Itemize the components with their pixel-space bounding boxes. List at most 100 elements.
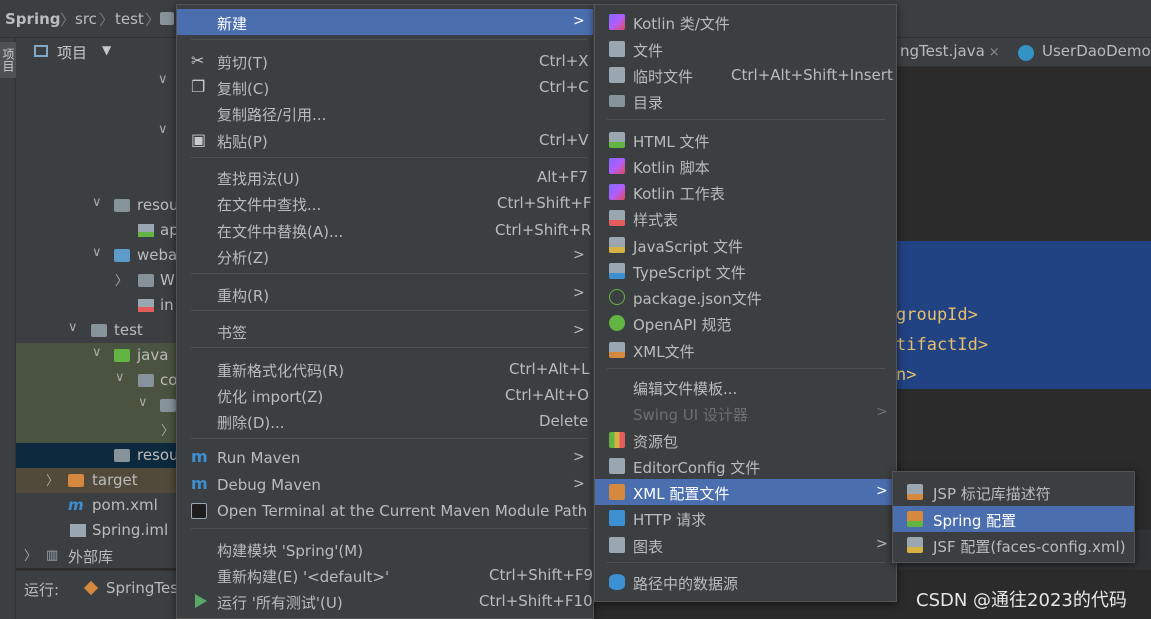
breadcrumb-src[interactable]: src [75, 10, 97, 28]
menu-item-reformat-code[interactable]: 重新格式化代码(R) Ctrl+Alt+L [177, 356, 593, 382]
chevron-down-icon[interactable]: ∨ [158, 122, 168, 137]
menu-item-directory[interactable]: 目录 [595, 88, 896, 114]
jsp-file-icon [138, 299, 154, 312]
terminal-icon [191, 503, 207, 519]
tree-row[interactable]: 〉 target [16, 468, 176, 493]
menu-item-xml-config-file[interactable]: XML 配置文件 > [595, 479, 896, 505]
menu-item-copy-path[interactable]: 复制路径/引用... [177, 100, 593, 126]
chevron-right-icon[interactable]: 〉 [24, 545, 37, 564]
tree-row[interactable]: in [16, 293, 176, 318]
chevron-down-icon[interactable]: ∨ [138, 395, 148, 410]
chevron-down-icon[interactable]: ∨ [92, 345, 102, 360]
chevron-right-icon[interactable]: 〉 [115, 270, 128, 289]
menu-item-resource-bundle[interactable]: 资源包 [595, 427, 896, 453]
menu-item-html-file[interactable]: HTML 文件 [595, 127, 896, 153]
menu-item-label: Swing UI 设计器 [633, 406, 748, 424]
menu-separator [191, 39, 587, 40]
menu-item-refactor[interactable]: 重构(R) > [177, 281, 593, 307]
menu-item-delete[interactable]: 删除(D)... Delete [177, 408, 593, 434]
menu-item-shortcut: Alt+F7 [537, 168, 589, 186]
menu-item-cut[interactable]: ✂ 剪切(T) Ctrl+X [177, 48, 593, 74]
tree-row[interactable]: m pom.xml [16, 493, 176, 518]
tree-item-label: resou [137, 446, 176, 464]
menu-item-javascript-file[interactable]: JavaScript 文件 [595, 232, 896, 258]
run-config-tab[interactable]: SpringTes [106, 579, 178, 597]
project-tool-button[interactable]: 项目 [0, 42, 16, 78]
menu-item-optimize-imports[interactable]: 优化 import(Z) Ctrl+Alt+O [177, 382, 593, 408]
tree-row[interactable]: ap [16, 218, 176, 243]
menu-item-new[interactable]: 新建 > [177, 9, 593, 35]
menu-item-xml-file[interactable]: XML文件 [595, 337, 896, 363]
menu-separator [191, 347, 587, 348]
tree-item-label: target [92, 471, 138, 489]
menu-item-paste[interactable]: ▣ 粘贴(P) Ctrl+V [177, 127, 593, 153]
menu-item-label: package.json文件 [633, 290, 762, 308]
menu-item-open-terminal[interactable]: Open Terminal at the Current Maven Modul… [177, 498, 593, 524]
menu-item-typescript-file[interactable]: TypeScript 文件 [595, 258, 896, 284]
menu-item-kotlin-worksheet[interactable]: Kotlin 工作表 [595, 179, 896, 205]
menu-item-http-request[interactable]: HTTP 请求 [595, 505, 896, 531]
tree-row[interactable]: Spring.iml [16, 518, 176, 543]
menu-item-editorconfig[interactable]: EditorConfig 文件 [595, 453, 896, 479]
breadcrumb-project[interactable]: Spring [5, 10, 61, 28]
menu-item-jsp-tld[interactable]: JSP 标记库描述符 [893, 479, 1134, 505]
menu-item-kotlin-class[interactable]: Kotlin 类/文件 [595, 9, 896, 35]
menu-item-kotlin-script[interactable]: Kotlin 脚本 [595, 153, 896, 179]
close-icon[interactable]: × [989, 45, 1000, 60]
menu-item-swing-ui-designer[interactable]: Swing UI 设计器 > [595, 400, 896, 426]
tree-row[interactable]: ∨ test [16, 318, 176, 343]
tree-row[interactable]: ∨ weba [16, 243, 176, 268]
chevron-down-icon[interactable]: ∨ [92, 245, 102, 260]
menu-item-find-in-files[interactable]: 在文件中查找... Ctrl+Shift+F [177, 190, 593, 216]
breadcrumb-separator: 〉 [60, 11, 76, 29]
api-icon [609, 510, 625, 526]
menu-item-package-json[interactable]: package.json文件 [595, 284, 896, 310]
chevron-down-icon[interactable]: ∨ [68, 320, 78, 335]
tree-row[interactable]: ∨ [16, 120, 176, 145]
tree-row[interactable]: 〉 [16, 418, 176, 443]
tree-row-selected[interactable]: resou [16, 443, 176, 468]
tree-row[interactable]: 〉 W [16, 268, 176, 293]
chevron-down-icon[interactable]: ∨ [158, 72, 168, 87]
menu-item-spring-config[interactable]: Spring 配置 [893, 506, 1134, 532]
menu-item-stylesheet[interactable]: 样式表 [595, 205, 896, 231]
breadcrumb-test[interactable]: test [115, 10, 144, 28]
css-file-icon [609, 210, 625, 226]
menu-item-data-source-in-path[interactable]: 路径中的数据源 [595, 569, 896, 595]
tree-row[interactable]: ∨ java [16, 343, 176, 368]
tree-row[interactable]: 〉 ▥ 外部库 [16, 543, 176, 568]
menu-item-run-maven[interactable]: m Run Maven > [177, 445, 593, 471]
editor-tab[interactable]: ngTest.java × [900, 42, 1000, 60]
chevron-down-icon[interactable]: ∨ [92, 195, 102, 210]
editor-tab[interactable]: UserDaoDemo. [1042, 42, 1151, 60]
tree-row[interactable]: ∨ co [16, 368, 176, 393]
chevron-down-icon[interactable]: ∨ [115, 370, 125, 385]
menu-item-bookmarks[interactable]: 书签 > [177, 318, 593, 344]
kotlin-class-icon [609, 14, 625, 30]
menu-item-file[interactable]: 文件 [595, 36, 896, 62]
menu-item-replace-in-files[interactable]: 在文件中替换(A)... Ctrl+Shift+R [177, 217, 593, 243]
menu-item-build-module[interactable]: 构建模块 'Spring'(M) [177, 536, 593, 562]
tree-row[interactable]: ∨ [16, 70, 176, 95]
menu-item-scratch-file[interactable]: 临时文件 Ctrl+Alt+Shift+Insert [595, 62, 896, 88]
menu-item-shortcut: Ctrl+Shift+F10 [479, 592, 593, 610]
chevron-right-icon[interactable]: 〉 [46, 470, 59, 489]
menu-item-analyze[interactable]: 分析(Z) > [177, 243, 593, 269]
menu-item-label: HTML 文件 [633, 133, 710, 151]
menu-item-rebuild[interactable]: 重新构建(E) '<default>' Ctrl+Shift+F9 [177, 562, 593, 588]
tree-row[interactable]: ∨ resou [16, 193, 176, 218]
menu-item-openapi[interactable]: OpenAPI 规范 [595, 310, 896, 336]
menu-item-edit-file-templates[interactable]: 编辑文件模板... [595, 374, 896, 400]
editorconfig-icon [609, 458, 625, 474]
menu-item-find-usages[interactable]: 查找用法(U) Alt+F7 [177, 164, 593, 190]
menu-item-shortcut: Ctrl+Alt+Shift+Insert [731, 66, 893, 84]
menu-item-jsf-config[interactable]: JSF 配置(faces-config.xml) [893, 532, 1134, 558]
menu-item-debug-maven[interactable]: m Debug Maven > [177, 472, 593, 498]
project-panel-title[interactable]: 项目 [57, 42, 87, 63]
chevron-down-icon[interactable]: ▼ [102, 43, 111, 57]
chevron-right-icon[interactable]: 〉 [161, 420, 174, 439]
menu-item-diagram[interactable]: 图表 > [595, 532, 896, 558]
menu-item-copy[interactable]: ❐ 复制(C) Ctrl+C [177, 74, 593, 100]
menu-item-run-all-tests[interactable]: 运行 '所有测试'(U) Ctrl+Shift+F10 [177, 588, 593, 614]
tree-row[interactable]: ∨ [16, 393, 176, 418]
